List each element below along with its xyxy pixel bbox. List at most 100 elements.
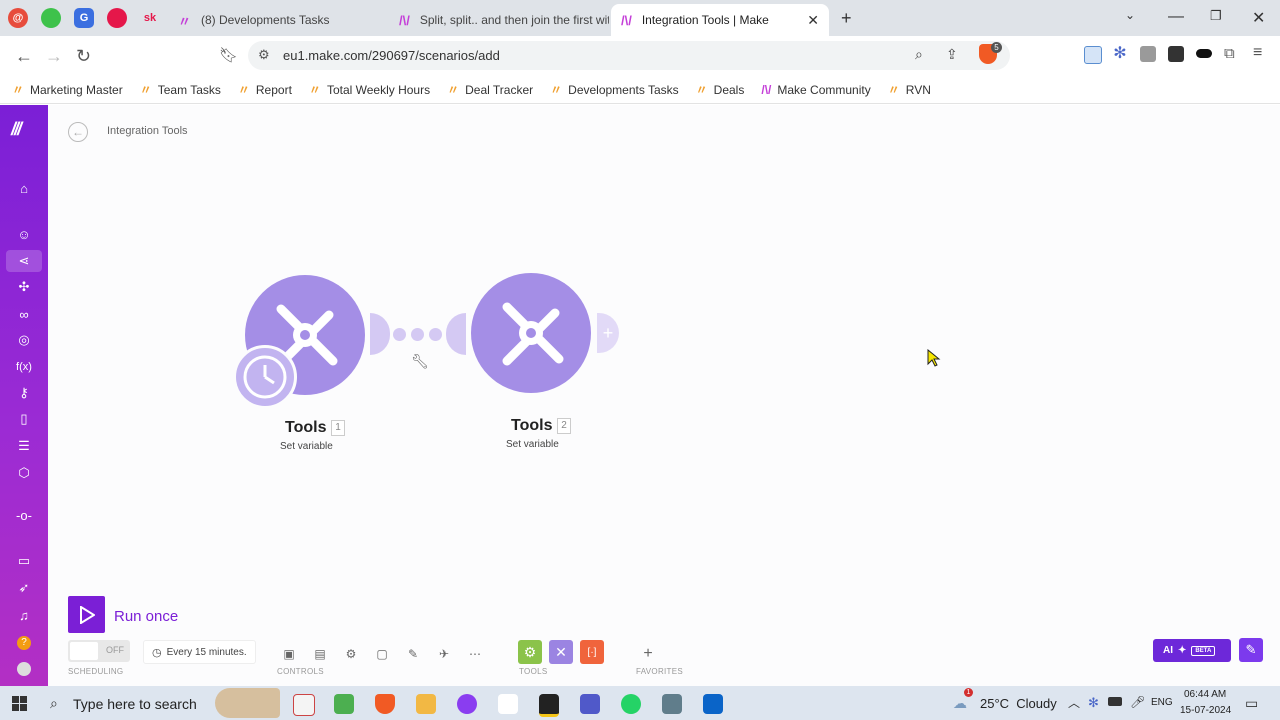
tab-search-chevron-icon[interactable]: ⌄ [1125, 8, 1135, 22]
make-logo-icon[interactable]: /// [11, 119, 22, 140]
more-options-icon[interactable]: ⋯ [465, 644, 485, 664]
taskbar-calculator-icon[interactable] [662, 694, 682, 714]
data-structures-cube-icon[interactable]: ⬡ [0, 462, 48, 484]
ai-assistant-button[interactable]: AI ✦ BETA [1153, 639, 1231, 662]
flow-icon[interactable]: -o- [0, 504, 48, 526]
functions-icon[interactable]: f(x) [0, 356, 48, 378]
tab-split-video[interactable]: /\/ Split, split.. and then join the fir… [389, 4, 609, 36]
templates-puzzle-icon[interactable]: ✣ [0, 276, 48, 298]
bookmark-deal-tracker[interactable]: 〃 Deal Tracker [447, 81, 533, 98]
taskbar-sublime-icon[interactable] [539, 694, 559, 717]
bookmark-rvn[interactable]: 〃 RVN [888, 81, 931, 98]
share-icon[interactable]: ⇪ [946, 46, 958, 63]
browser-menu-icon[interactable]: ≡ [1253, 44, 1262, 62]
run-once-label[interactable]: Run once [114, 608, 178, 625]
zoom-search-icon[interactable]: ⌕ [915, 46, 923, 63]
bookmark-total-weekly-hours[interactable]: 〃 Total Weekly Hours [309, 81, 430, 98]
flow-control-gear-icon[interactable]: ⚙ [518, 640, 542, 664]
connector-in-handle[interactable] [446, 313, 466, 355]
settings-gear-icon[interactable]: ⚙ [341, 644, 361, 664]
site-settings-icon[interactable]: ⚙ [258, 47, 270, 63]
back-arrow-icon[interactable]: ← [68, 122, 88, 142]
tab-developments-tasks[interactable]: 〃 (8) Developments Tasks [168, 4, 388, 36]
extension-snowflake-icon[interactable]: ✻ [1112, 46, 1128, 62]
bookmark-make-community[interactable]: /\/ Make Community [761, 83, 870, 97]
notifications-bell-icon[interactable]: ♫ [0, 604, 48, 626]
bookmark-report[interactable]: 〃 Report [238, 81, 292, 98]
scenario-canvas[interactable]: ← Integration Tools Tools 1 Set variable… [48, 105, 1280, 686]
run-once-button[interactable] [68, 596, 105, 633]
pinned-tab-icon-4[interactable] [107, 8, 127, 28]
extension-pill-icon[interactable] [1196, 49, 1212, 58]
forward-icon[interactable]: → [45, 46, 63, 67]
back-icon[interactable]: ← [15, 46, 33, 67]
bookmark-icon[interactable]: 🔖︎ [219, 46, 238, 64]
close-tab-icon[interactable]: ✕ [807, 12, 819, 29]
taskbar-outlook-icon[interactable] [703, 694, 723, 714]
taskbar-app-green-icon[interactable] [334, 694, 354, 714]
auto-align-wand-icon[interactable]: ✎ [403, 644, 423, 664]
docs-book-icon[interactable]: ▭ [0, 550, 48, 572]
whats-new-rocket-icon[interactable]: ➶ [0, 577, 48, 599]
language-indicator[interactable]: ENG [1151, 697, 1173, 708]
webhooks-globe-icon[interactable]: ◎ [0, 329, 48, 351]
taskbar-search-input[interactable]: Type here to search [73, 696, 197, 712]
data-stores-icon[interactable]: ☰ [0, 435, 48, 457]
clock-date[interactable]: 15-07-2024 [1180, 705, 1231, 716]
route-settings-wrench-icon[interactable]: 🔧︎ [411, 353, 429, 370]
notes-icon[interactable]: ▢ [372, 644, 392, 664]
extension-tb-icon[interactable] [1140, 46, 1156, 62]
bookmark-team-tasks[interactable]: 〃 Team Tasks [140, 81, 221, 98]
scenario-settings-icon[interactable]: ▤ [310, 644, 330, 664]
add-module-button[interactable]: + [597, 313, 619, 353]
taskbar-brave-icon[interactable] [375, 694, 395, 714]
pinned-tab-icon-3[interactable]: G [74, 8, 94, 28]
taskbar-paint-icon[interactable] [293, 694, 315, 716]
keys-icon[interactable]: ⚷ [0, 382, 48, 404]
url-text[interactable]: eu1.make.com/290697/scenarios/add [283, 48, 500, 63]
extension-dots-icon[interactable] [1168, 46, 1184, 62]
pinned-tab-sk[interactable]: sk [140, 8, 160, 28]
text-parser-icon[interactable]: [·] [580, 640, 604, 664]
devices-icon[interactable]: ▯ [0, 408, 48, 430]
save-icon[interactable]: ▣ [279, 644, 299, 664]
team-icon[interactable]: ☺ [0, 223, 48, 245]
bookmark-developments-tasks[interactable]: 〃 Developments Tasks [550, 81, 679, 98]
close-window-icon[interactable]: ✕ [1252, 8, 1265, 28]
help-icon[interactable]: ? [17, 636, 31, 650]
bookmark-deals[interactable]: 〃 Deals [696, 81, 745, 98]
connector-out-handle[interactable] [370, 313, 390, 355]
home-icon[interactable]: ⌂ [0, 177, 48, 199]
extension-code-icon[interactable] [1084, 46, 1102, 64]
address-bar[interactable]: ⚙ eu1.make.com/290697/scenarios/add ⌕ ⇪ … [248, 41, 1010, 70]
windows-start-icon[interactable] [12, 696, 27, 711]
tools-icon[interactable]: ✕ [549, 640, 573, 664]
scenarios-icon[interactable]: ⋖ [6, 250, 42, 272]
reload-icon[interactable]: ↻ [76, 46, 91, 67]
schedule-clock-icon[interactable] [233, 345, 297, 409]
weather-text[interactable]: 25°C Cloudy [980, 696, 1057, 711]
tools-module-2[interactable] [471, 273, 591, 393]
minimize-icon[interactable]: — [1168, 8, 1184, 26]
schedule-settings-button[interactable]: ◷ Every 15 minutes. [143, 640, 256, 664]
chat-help-icon[interactable]: ✎ [1239, 638, 1263, 662]
tab-integration-tools[interactable]: /\/ Integration Tools | Make ✕ [611, 4, 829, 36]
tray-snowflake-icon[interactable]: ✻ [1088, 695, 1099, 711]
pinned-tab-icon-2[interactable] [41, 8, 61, 28]
scheduling-toggle[interactable]: OFF [68, 640, 130, 662]
new-tab-button[interactable]: + [841, 8, 852, 29]
user-avatar[interactable] [17, 662, 31, 676]
extensions-puzzle-icon[interactable]: ⧉ [1224, 45, 1235, 62]
taskbar-file-explorer-icon[interactable] [416, 694, 436, 714]
add-favorite-button[interactable]: + [638, 644, 658, 664]
clock-time[interactable]: 06:44 AM [1184, 689, 1226, 700]
taskbar-messenger-icon[interactable] [457, 694, 477, 714]
notifications-icon[interactable]: ▭ [1245, 695, 1258, 712]
explain-flow-icon[interactable]: ✈ [434, 644, 454, 664]
taskbar-slack-icon[interactable] [498, 694, 518, 714]
taskbar-teams-icon[interactable] [580, 694, 600, 714]
microphone-icon[interactable]: 🎤︎ [1130, 695, 1145, 709]
pinned-tab-icon-1[interactable]: @ [8, 8, 28, 28]
bookmark-marketing-master[interactable]: 〃 Marketing Master [12, 81, 123, 98]
connections-link-icon[interactable]: ∞ [0, 303, 48, 325]
